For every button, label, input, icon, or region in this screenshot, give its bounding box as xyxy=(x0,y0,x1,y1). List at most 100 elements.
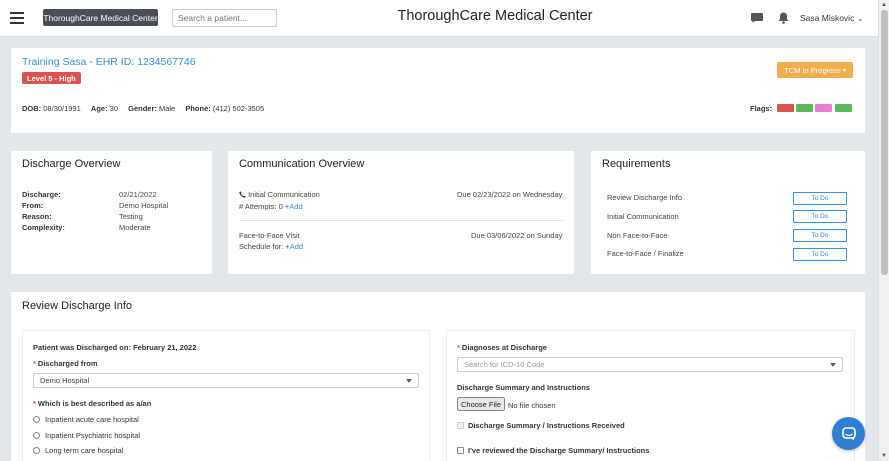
age-value: 30 xyxy=(109,104,119,113)
age-label: Age: xyxy=(90,104,108,113)
diagnoses-panel: * Diagnoses at Discharge Search for ICD-1… xyxy=(446,330,855,461)
attempts: # Attempts: 0 +Add xyxy=(239,202,303,211)
caret-down-icon: ▾ xyxy=(842,67,846,74)
initial-communication-label: Initial Communication xyxy=(248,190,320,199)
reviewed-summary-checkbox[interactable] xyxy=(457,447,464,454)
user-menu[interactable]: Sasa Miskovic ⌄ xyxy=(800,13,863,23)
section-title: Review Discharge Info xyxy=(22,300,133,312)
flags-label: Flags: xyxy=(750,104,773,113)
add-schedule-link[interactable]: +Add xyxy=(285,242,303,251)
patient-card: Training Sasa - EHR ID: 1234567746 Level… xyxy=(11,48,865,133)
chat-icon[interactable] xyxy=(751,13,763,23)
add-label: Add xyxy=(289,242,304,251)
requirement-label: Review Discharge Info xyxy=(607,193,683,202)
card-title: Requirements xyxy=(602,158,671,170)
facility-button[interactable]: ThoroughCare Medical Center xyxy=(43,9,158,26)
risk-level-badge: Level 5 - High xyxy=(22,72,81,84)
requirement-label: Initial Communication xyxy=(607,212,679,221)
discharge-overview-card: Discharge Overview Discharge: 02/21/2022 … xyxy=(11,151,212,274)
label-text: Discharged from xyxy=(37,359,98,368)
phone-value: (412) 502-3505 xyxy=(212,104,265,113)
patient-search-input[interactable] xyxy=(172,9,277,27)
requirements-card: Requirements Review Discharge Info To Do… xyxy=(591,151,865,274)
divider xyxy=(239,220,563,221)
dob-label: DOB: xyxy=(22,104,42,113)
discharge-details-panel: Patient was Discharged on: February 21, … xyxy=(22,330,430,461)
flag-pink[interactable] xyxy=(815,104,832,112)
phone-icon xyxy=(239,191,246,198)
label-text: Which is best described as a/an xyxy=(37,399,152,408)
scroll-down-icon[interactable]: ▼ xyxy=(881,453,887,459)
required-marker: * xyxy=(457,343,460,352)
scrollbar-thumb[interactable] xyxy=(881,10,888,275)
phone-label: Phone: xyxy=(185,104,211,113)
menu-icon[interactable] xyxy=(10,12,24,24)
requirement-label: Face-to-Face / Finalize xyxy=(607,249,684,258)
row-value: Demo Hospital xyxy=(119,201,169,210)
choose-file-button[interactable]: Choose File xyxy=(457,397,506,411)
row-value: Moderate xyxy=(119,223,151,232)
tcm-status-button[interactable]: TCM In Progress ▾ xyxy=(777,62,853,78)
dob-value: 08/30/1991 xyxy=(43,104,81,113)
discharged-on-text: Patient was Discharged on: February 21, … xyxy=(33,343,197,352)
scroll-up-icon[interactable]: ▲ xyxy=(881,2,887,8)
chevron-down-icon: ⌄ xyxy=(857,16,864,23)
flag-red[interactable] xyxy=(777,104,794,112)
page-scrollbar[interactable]: ▲ ▼ xyxy=(878,0,889,461)
placeholder-text: Search for ICD-10 Code xyxy=(464,360,545,369)
row-value: Testing xyxy=(119,212,143,221)
label-text: Diagnoses at Discharge xyxy=(461,343,547,352)
flag-green[interactable] xyxy=(835,104,852,112)
caret-down-icon xyxy=(830,363,836,367)
todo-button[interactable]: To Do xyxy=(793,248,847,261)
patient-name-link[interactable]: Training Sasa - EHR ID: 1234567746 xyxy=(22,56,196,68)
flag-green[interactable] xyxy=(796,104,813,112)
card-title: Communication Overview xyxy=(239,158,365,170)
discharged-from-label: * Discharged from xyxy=(33,359,98,368)
discharged-from-select[interactable]: Demo Hospital xyxy=(33,373,419,388)
caret-down-icon xyxy=(406,379,412,383)
radio-label: Long term care hospital xyxy=(45,446,124,455)
selected-value: Demo Hospital xyxy=(40,376,90,385)
radio-label: Inpatient Psychiatric hospital xyxy=(45,431,141,440)
add-label: Add xyxy=(289,202,303,211)
todo-button[interactable]: To Do xyxy=(793,210,847,223)
bell-icon[interactable] xyxy=(778,12,789,24)
icd-search-select[interactable]: Search for ICD-10 Code xyxy=(457,357,843,372)
initial-communication: Initial Communication xyxy=(239,190,320,199)
radio-inpatient-acute[interactable] xyxy=(33,416,40,423)
attempts-label: # Attempts: 0 xyxy=(239,202,283,211)
required-marker: * xyxy=(33,359,36,368)
radio-label: Inpatient acute care hospital xyxy=(45,415,139,424)
row-label: Discharge: xyxy=(22,190,61,199)
tcm-status-label: TCM In Progress xyxy=(784,65,841,75)
face-due-date: Due 03/06/2022 on Sunday xyxy=(471,231,563,240)
gender-label: Gender: xyxy=(128,104,157,113)
support-chat-button[interactable] xyxy=(832,417,865,450)
face-to-face-visit: Face-to-Face Visit xyxy=(239,231,300,240)
todo-button[interactable]: To Do xyxy=(793,229,847,242)
top-bar: ThoroughCare Medical Center ThoroughCare… xyxy=(0,0,878,37)
schedule: Schedule for: +Add xyxy=(239,242,303,251)
radio-long-term-care[interactable] xyxy=(33,447,40,454)
app-title: ThoroughCare Medical Center xyxy=(397,8,593,24)
summary-received-label: Discharge Summary / Instructions Receive… xyxy=(468,421,625,430)
summary-received-checkbox[interactable] xyxy=(457,422,464,429)
chat-bubble-icon xyxy=(841,426,856,440)
add-attempt-link[interactable]: +Add xyxy=(285,202,303,211)
user-name: Sasa Miskovic xyxy=(800,13,855,23)
todo-button[interactable]: To Do xyxy=(793,192,847,205)
review-discharge-card: Review Discharge Info Patient was Discha… xyxy=(11,292,865,461)
required-marker: * xyxy=(33,399,36,408)
radio-inpatient-psychiatric[interactable] xyxy=(33,432,40,439)
row-value: 02/21/2022 xyxy=(119,190,157,199)
reviewed-summary-label: I've reviewed the Discharge Summary/ Ins… xyxy=(468,446,650,455)
row-label: From: xyxy=(22,201,44,210)
row-label: Reason: xyxy=(22,212,52,221)
described-as-label: * Which is best described as a/an xyxy=(33,399,151,408)
diagnoses-label: * Diagnoses at Discharge xyxy=(457,343,547,352)
requirement-label: Non Face-to-Face xyxy=(607,231,668,240)
communication-overview-card: Communication Overview Initial Communica… xyxy=(228,151,574,274)
card-title: Discharge Overview xyxy=(22,158,121,170)
gender-value: Male xyxy=(158,104,176,113)
